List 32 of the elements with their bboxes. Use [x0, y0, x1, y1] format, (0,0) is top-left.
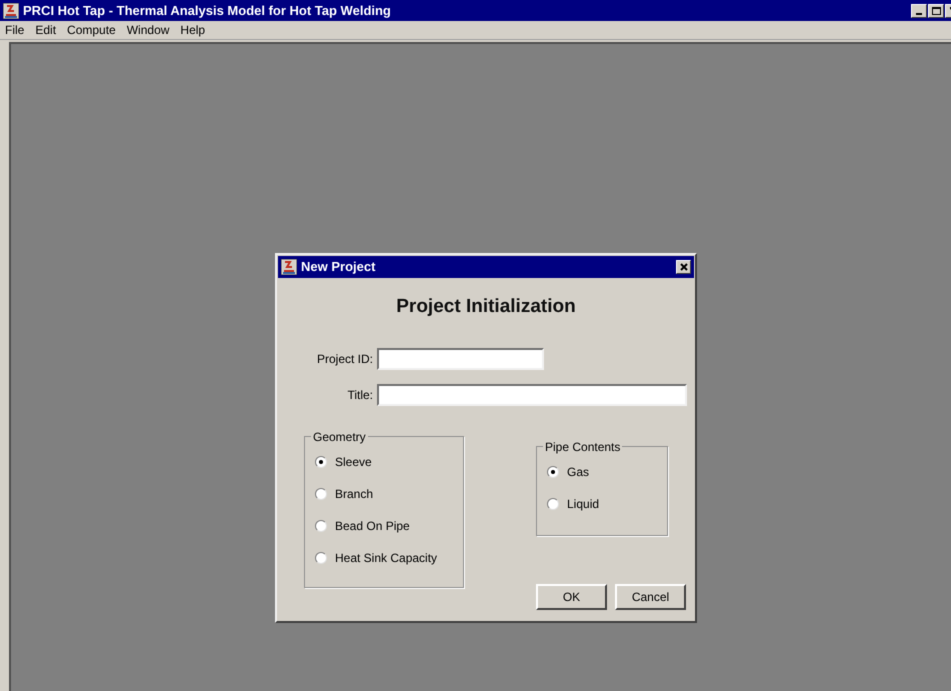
radio-option[interactable]: Bead On Pipe	[315, 516, 463, 534]
radio-option[interactable]: Sleeve	[315, 452, 463, 470]
radio-button[interactable]	[315, 456, 327, 468]
close-icon	[680, 263, 688, 271]
maximize-button[interactable]	[928, 4, 944, 18]
menu-item[interactable]: File	[5, 21, 24, 39]
text-field[interactable]	[377, 384, 687, 406]
menu-item[interactable]: Window	[126, 21, 170, 39]
dialog-heading: Project Initialization	[395, 295, 577, 319]
menu-item[interactable]: Help	[180, 21, 206, 39]
radio-button[interactable]	[315, 520, 327, 532]
radio-button[interactable]	[315, 552, 327, 564]
radio-option[interactable]: Heat Sink Capacity	[315, 548, 463, 566]
radio-option[interactable]: Branch	[315, 484, 463, 502]
close-button[interactable]	[676, 260, 691, 274]
dialog-button[interactable]: OK	[536, 584, 607, 610]
app-icon	[3, 2, 19, 18]
window-title: PRCI Hot Tap - Thermal Analysis Model for Hot Tap Welding	[23, 2, 391, 20]
menu-item[interactable]: Compute	[67, 21, 116, 39]
minimize-button[interactable]	[911, 4, 927, 18]
dialog-title: New Project	[301, 258, 376, 276]
field-label: Title:	[346, 386, 374, 404]
radio-button[interactable]	[547, 466, 559, 478]
radio-button[interactable]	[547, 498, 559, 510]
radio-option[interactable]: Liquid	[547, 494, 667, 512]
text-field[interactable]	[377, 348, 544, 370]
field-label: Project ID:	[316, 350, 374, 368]
dialog-button[interactable]: Cancel	[615, 584, 686, 610]
radio-button[interactable]	[315, 488, 327, 500]
radio-option[interactable]: Gas	[547, 462, 667, 480]
dialog-icon	[281, 259, 297, 275]
menu-item[interactable]: Edit	[35, 21, 56, 39]
